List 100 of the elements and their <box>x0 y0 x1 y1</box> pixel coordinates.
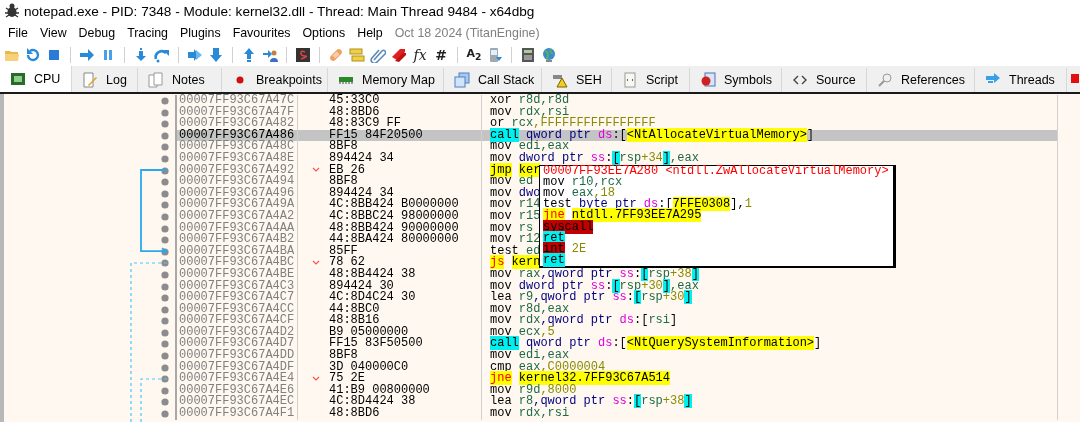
instruction-cell: mov rdx,qword ptr ds:[rsi] <box>481 315 1058 327</box>
menu-item[interactable]: Plugins <box>174 26 227 40</box>
tags-icon[interactable] <box>391 47 407 63</box>
bytes-cell: 4C:8BBC24 98000000 <box>329 210 459 223</box>
instruction-cell: lea r8,qword ptr ss:[rsp+38] <box>481 396 1058 409</box>
breakpoint-dot[interactable] <box>161 247 169 256</box>
menu-item[interactable]: View <box>33 26 73 40</box>
tab[interactable]: CPU <box>0 66 72 92</box>
breakpoint-dot[interactable] <box>161 212 169 221</box>
step-over-icon[interactable] <box>154 47 170 63</box>
address-cell[interactable]: 00007FF93C67A4CF <box>175 315 297 327</box>
breakpoint-dot[interactable] <box>161 352 169 361</box>
menu-item[interactable]: Options <box>296 26 352 40</box>
menu-item[interactable]: Favourites <box>226 26 297 40</box>
breakpoint-dot[interactable] <box>161 386 169 395</box>
jump-caret-icon <box>312 260 320 267</box>
breakpoint-dot[interactable] <box>161 108 169 117</box>
breakpoint-dot[interactable] <box>161 363 169 372</box>
bytes-cell: 48:8B4424 38 <box>329 268 416 281</box>
address-cell[interactable]: 00007FF93C67A4BE <box>175 268 297 281</box>
breakpoint-dot[interactable] <box>161 236 169 245</box>
magnifier-icon <box>877 72 893 88</box>
address-cell[interactable]: 00007FF93C67A4C7 <box>175 292 297 304</box>
address-cell[interactable]: 00007FF93C67A4E4 <box>175 373 297 385</box>
restart-icon[interactable] <box>25 47 41 63</box>
run-icon[interactable] <box>79 47 95 63</box>
address-cell[interactable]: 00007FF93C67A47C <box>175 95 297 107</box>
font-glyph-button[interactable]: A$_{2}$ <box>466 47 482 63</box>
bytes-cell: 48:8B16 <box>329 315 380 327</box>
chip-icon <box>10 71 26 87</box>
breakpoint-dot[interactable] <box>161 97 169 105</box>
bytes-cell: 4C:8BB424 B0000000 <box>329 199 459 211</box>
address-cell[interactable]: 00007FF93C67A4DD <box>175 350 297 362</box>
address-cell[interactable]: 00007FF93C67A4A2 <box>175 210 297 223</box>
breakpoint-dot[interactable] <box>161 178 169 187</box>
bytes-cell: 4C:8D4C24 30 <box>329 292 416 304</box>
jump-caret-icon <box>312 167 320 174</box>
menu-item[interactable]: File <box>2 26 34 40</box>
breakpoint-dot[interactable] <box>161 189 169 198</box>
notes-icon[interactable] <box>349 47 365 63</box>
scroll-icon <box>622 72 638 88</box>
bytes-cell: 8BF8 <box>329 350 358 362</box>
popup-instruction: mov r10,rcx <box>543 176 624 188</box>
double-arrow-icon[interactable] <box>187 47 203 63</box>
bytes-cell: 8BF8 <box>329 141 358 153</box>
bug-icon <box>4 2 20 20</box>
stacked-squares-icon <box>454 72 470 88</box>
up-arrow-icon[interactable] <box>241 47 257 63</box>
hash-glyph-button[interactable]: # <box>433 47 449 63</box>
popup-header: 00007FF93EE7A280 <ntdll.ZwAllocateVirtualMemory> <box>543 165 890 177</box>
menu-item[interactable]: Debug <box>72 26 122 40</box>
bytes-cell: 78 62 <box>329 257 365 269</box>
breakpoint-dot[interactable] <box>161 143 169 152</box>
user-arrow-icon[interactable] <box>262 47 278 63</box>
breakpoint-dot[interactable] <box>161 259 169 268</box>
breakpoint-dot[interactable] <box>161 340 169 349</box>
bytes-cell: 75 2E <box>329 373 365 385</box>
bytes-cell: 45:33C0 <box>329 95 380 107</box>
breakpoint-dot[interactable] <box>161 375 169 384</box>
bytes-cell: 894424 34 <box>329 152 394 165</box>
address-cell[interactable]: 00007FF93C67A494 <box>175 176 297 188</box>
address-cell[interactable]: 00007FF93C67A49A <box>175 199 297 211</box>
breakpoint-dot[interactable] <box>161 201 169 210</box>
calculator-icon[interactable] <box>520 47 536 63</box>
phone-icon[interactable] <box>487 47 503 63</box>
breakpoint-dot[interactable] <box>161 294 169 303</box>
stop-icon[interactable] <box>46 47 62 63</box>
address-cell[interactable]: 00007FF93C67A48C <box>175 141 297 153</box>
menu-item[interactable]: Help <box>351 26 389 40</box>
address-cell[interactable]: 00007FF93C67A4BC <box>175 257 297 269</box>
pencil-page-icon <box>82 72 98 88</box>
breakpoint-dot[interactable] <box>161 398 169 407</box>
bytes-cell: 48:83C9 FF <box>329 118 401 130</box>
breakpoint-dot[interactable] <box>161 282 169 291</box>
instruction-cell: lea r9,qword ptr ss:[rsp+30] <box>481 292 1058 304</box>
breakpoint-dot[interactable] <box>161 317 169 326</box>
breakpoint-dot[interactable] <box>161 120 169 129</box>
bytes-cell: 44:8BA424 80000000 <box>329 234 459 246</box>
pages-icon <box>148 72 164 88</box>
squiggle-square-icon[interactable] <box>295 47 311 63</box>
breakpoint-dot[interactable] <box>161 166 169 175</box>
breakpoint-dot[interactable] <box>161 131 169 140</box>
breakpoint-dot[interactable] <box>161 224 169 233</box>
window-title: notepad.exe - PID: 7348 - Module: kernel32.dll - Thread: Main Thread 9484 - x64dbg <box>24 3 535 19</box>
function-glyph-button[interactable]: fx <box>412 47 428 63</box>
address-cell[interactable]: 00007FF93C67A4B2 <box>175 234 297 246</box>
menu-item[interactable]: Tracing <box>121 26 174 40</box>
paperclip-icon[interactable] <box>370 47 386 63</box>
breakpoint-dot[interactable] <box>161 410 169 419</box>
address-cell[interactable]: 00007FF93C67A48E <box>175 152 297 165</box>
breakpoint-dot[interactable] <box>161 270 169 279</box>
bytes-cell: 8BF8 <box>329 176 358 188</box>
breakpoint-dot[interactable] <box>161 305 169 314</box>
address-cell[interactable]: 00007FF93C67A4F1 <box>175 408 297 420</box>
key-warning-icon <box>552 72 568 88</box>
down-arrow-icon[interactable] <box>208 47 224 63</box>
globe-icon[interactable] <box>541 47 557 63</box>
breakpoint-dot[interactable] <box>161 328 169 337</box>
breakpoint-dot[interactable] <box>161 154 169 163</box>
jump-caret-icon <box>312 376 320 383</box>
